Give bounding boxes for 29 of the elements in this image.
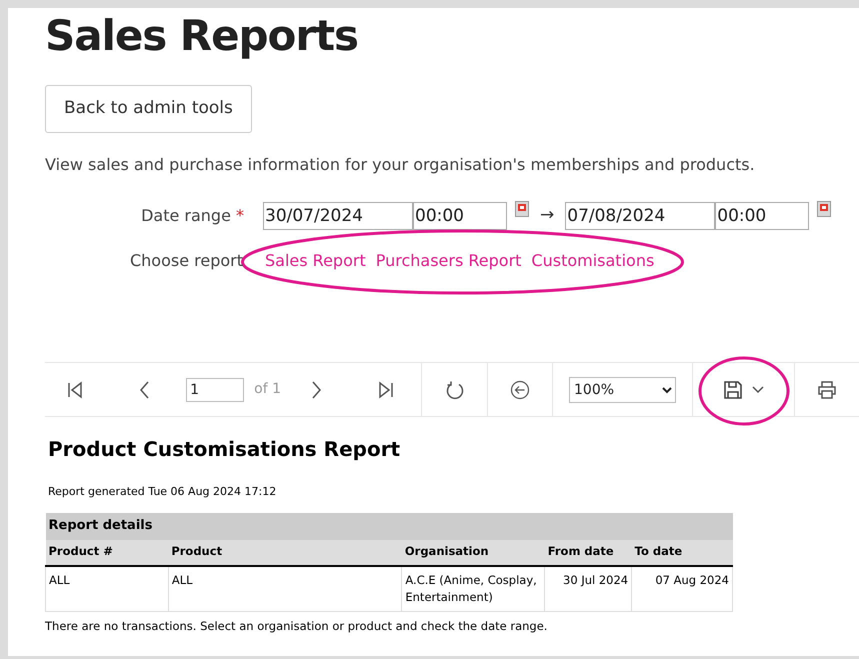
time-field[interactable]: 00:00 — [715, 202, 810, 230]
date-field[interactable]: 07/08/2024 — [565, 202, 716, 230]
page-title: Sales Reports — [45, 10, 359, 62]
column-header: From date — [544, 540, 632, 566]
report-link[interactable]: Sales Report — [265, 249, 366, 273]
table-cell: 07 Aug 2024 — [632, 566, 732, 612]
column-header: Product # — [46, 540, 168, 566]
column-header: To date — [632, 540, 732, 566]
column-header: Organisation — [402, 540, 545, 566]
date-field[interactable]: 30/07/2024 — [263, 202, 413, 230]
column-header: Product — [168, 540, 402, 566]
required-mark: * — [236, 206, 244, 225]
no-transactions-message: There are no transactions. Select an organisation or product and check the date range. — [45, 618, 548, 635]
table-cell: 30 Jul 2024 — [544, 566, 632, 612]
time-field[interactable]: 00:00 — [413, 202, 507, 230]
table-cell: ALL — [46, 566, 168, 612]
description-text: View sales and purchase information for your organisation's memberships and products. — [45, 154, 756, 176]
report-title: Product Customisations Report — [48, 436, 402, 463]
report-link[interactable]: Purchasers Report — [376, 249, 522, 273]
page-count-text: of 1 — [254, 380, 281, 399]
report-generated-text: Report generated Tue 06 Aug 2024 17:12 — [48, 484, 278, 500]
zoom-dropdown[interactable]: 100% — [569, 376, 676, 402]
field-label: Date range — [141, 206, 232, 225]
table-cell: A.C.E (Anime, Cosplay, Entertainment) — [402, 566, 545, 612]
table-cell: ALL — [168, 566, 402, 612]
back-button[interactable]: Back to admin tools — [45, 85, 252, 133]
arrow-text: → — [540, 204, 554, 228]
report-link[interactable]: Customisations — [531, 249, 654, 273]
page-field[interactable]: 1 — [186, 378, 244, 402]
